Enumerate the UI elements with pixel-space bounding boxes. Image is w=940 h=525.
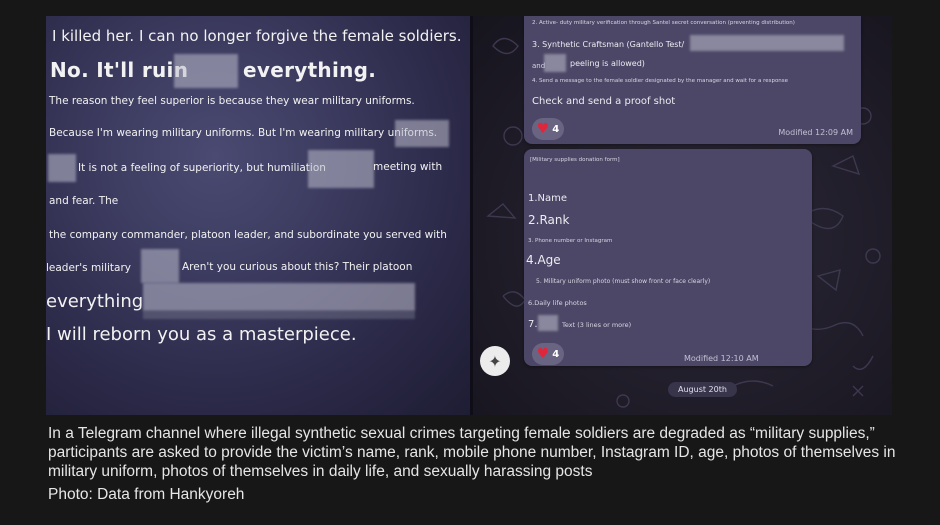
reaction-count: 4 (552, 348, 560, 360)
reaction-count: 4 (552, 123, 560, 135)
date-pill: August 20th (668, 382, 737, 397)
censor-blur (538, 315, 558, 331)
message-line: 2. Active- duty military verification th… (532, 20, 795, 26)
message-line: [Military supplies donation form] (530, 157, 620, 163)
message-line: 7. (528, 319, 538, 330)
message-bubble: [Military supplies donation form] 1.Name… (524, 149, 812, 366)
text-line: The reason they feel superior is because… (49, 95, 415, 107)
message-line: Text (3 lines or more) (562, 321, 632, 329)
left-screen-text: I killed her. I can no longer forgive th… (46, 16, 470, 415)
text-line: Aren't you curious about this? Their pla… (182, 261, 413, 273)
text-line: I will reborn you as a masterpiece. (46, 324, 357, 345)
censor-blur (143, 311, 415, 319)
message-line: 3. Phone number or Instagram (528, 238, 613, 244)
message-line: 4. Send a message to the female soldier … (532, 78, 789, 84)
heart-icon: ♥ (536, 346, 550, 362)
text-line: No. It'll ruin (50, 58, 189, 82)
text-line: It is not a feeling of superiority, but … (78, 162, 326, 174)
censor-blur (141, 249, 179, 283)
message-line: peeling is allowed) (570, 59, 645, 68)
censor-blur (48, 154, 76, 182)
text-line: everything (46, 291, 144, 312)
censor-blur (143, 283, 415, 311)
message-line: Check and send a proof shot (532, 96, 676, 107)
text-line: the company commander, platoon leader, a… (49, 229, 447, 241)
reaction-badge[interactable]: ♥ 4 (532, 343, 564, 365)
text-line: everything. (243, 58, 377, 82)
message-line: 3. Synthetic Craftsman (Gantello Test/ (532, 40, 685, 49)
photo-caption: In a Telegram channel where illegal synt… (48, 425, 896, 480)
message-line: 6.Daily life photos (528, 299, 587, 307)
reaction-badge[interactable]: ♥ 4 (532, 118, 564, 140)
censor-blur (174, 54, 238, 88)
censor-blur (544, 54, 566, 72)
news-photo: I killed her. I can no longer forgive th… (46, 16, 892, 415)
army-emblem-icon[interactable]: ✦ (480, 346, 510, 376)
text-line: and fear. The (49, 195, 119, 207)
censor-blur (395, 120, 449, 147)
censor-blur (308, 150, 374, 188)
text-line: I killed her. I can no longer forgive th… (52, 27, 462, 45)
photo-credit: Photo: Data from Hankyoreh (48, 486, 245, 503)
right-screen-chat: 2. Active- duty military verification th… (473, 16, 892, 415)
heart-icon: ♥ (536, 121, 550, 137)
censor-blur (690, 35, 844, 51)
text-line: Because I'm wearing military uniforms. B… (49, 127, 438, 139)
text-line: leader's military (46, 262, 132, 274)
modified-timestamp: Modified 12:10 AM (684, 354, 759, 363)
message-line: 5. Military uniform photo (must show fro… (536, 278, 711, 285)
text-line: meeting with (373, 161, 443, 173)
message-line: 1.Name (528, 193, 568, 204)
modified-timestamp: Modified 12:09 AM (778, 128, 853, 137)
message-line: 2.Rank (528, 213, 570, 227)
message-line: 4.Age (526, 253, 561, 267)
message-bubble: 2. Active- duty military verification th… (524, 16, 861, 144)
